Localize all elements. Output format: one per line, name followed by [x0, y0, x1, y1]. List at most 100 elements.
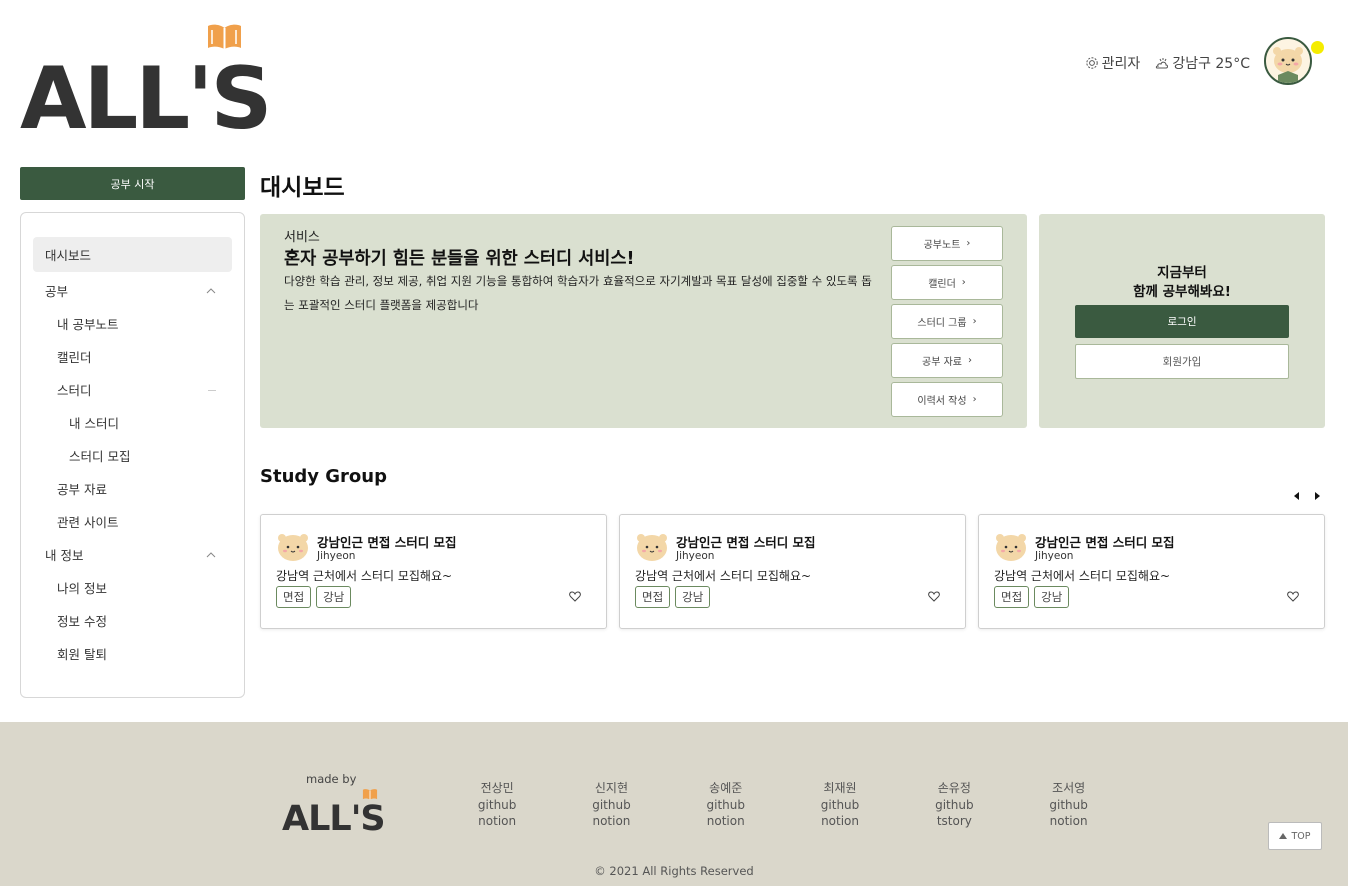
carousel-next-icon[interactable]: [1312, 491, 1322, 501]
triangle-up-icon: [1279, 833, 1288, 839]
start-study-button[interactable]: 공부 시작: [20, 167, 245, 200]
card-description: 강남역 근처에서 스터디 모집해요~: [276, 569, 453, 583]
tag[interactable]: 면접: [276, 586, 312, 608]
tag[interactable]: 면접: [994, 586, 1030, 608]
member-link[interactable]: github: [440, 797, 554, 814]
chevron-right-icon: ›: [972, 394, 977, 405]
carousel-prev-icon[interactable]: [1292, 491, 1302, 501]
user-avatar[interactable]: [1264, 37, 1312, 85]
logo-text: ALL'S: [20, 49, 272, 149]
heart-icon[interactable]: [1287, 591, 1299, 602]
login-title: 지금부터 함께 공부해봐요!: [1039, 264, 1325, 302]
member-link[interactable]: notion: [554, 813, 668, 830]
sidebar-item-label: 스터디: [57, 383, 92, 398]
card-author: Jihyeon: [1035, 550, 1074, 562]
sidebar-item-label: 내 정보: [45, 548, 84, 563]
calendar-button[interactable]: 캘린더 ›: [891, 265, 1003, 300]
admin-link[interactable]: 관리자: [1085, 53, 1140, 73]
team-members: 전상민 github notion 신지현 github notion 송예준 …: [440, 780, 1126, 830]
sidebar-item-profile[interactable]: 나의 정보: [33, 571, 232, 604]
member-link[interactable]: github: [1011, 797, 1125, 814]
button-label: 공부노트: [923, 240, 961, 251]
sidebar-item-label: 내 공부노트: [57, 317, 119, 332]
notes-button[interactable]: 공부노트 ›: [891, 226, 1003, 261]
sidebar-item-dashboard[interactable]: 대시보드: [33, 237, 232, 272]
signup-button[interactable]: 회원가입: [1075, 344, 1289, 379]
sidebar-item-label: 내 스터디: [69, 416, 119, 431]
cloud-sun-icon: [1156, 58, 1169, 69]
weather-widget: 강남구 25°C: [1154, 53, 1250, 73]
member-name: 신지현: [594, 781, 628, 795]
materials-button[interactable]: 공부 자료 ›: [891, 343, 1003, 378]
card-tags: 면접 강남: [994, 586, 1070, 608]
study-card[interactable]: 강남인근 면접 스터디 모집 Jihyeon 강남역 근처에서 스터디 모집해요…: [978, 514, 1325, 629]
author-avatar-icon: [278, 534, 308, 561]
sidebar-item-label: 회원 탈퇴: [57, 647, 107, 662]
scroll-top-button[interactable]: TOP: [1268, 822, 1322, 850]
card-tags: 면접 강남: [635, 586, 711, 608]
sidebar-item-label: 공부: [45, 284, 69, 299]
button-label: 공부 자료: [922, 357, 962, 368]
tag[interactable]: 강남: [675, 586, 711, 608]
copyright: © 2021 All Rights Reserved: [594, 864, 754, 878]
member-column: 송예준 github notion: [669, 780, 783, 830]
login-title-line2: 함께 공부해봐요!: [1133, 284, 1231, 300]
sidebar-item-withdraw[interactable]: 회원 탈퇴: [33, 637, 232, 670]
study-group-title: Study Group: [260, 466, 387, 487]
button-label: 스터디 그룹: [917, 318, 967, 329]
study-group-cards: 강남인근 면접 스터디 모집 Jihyeon 강남역 근처에서 스터디 모집해요…: [260, 514, 1325, 629]
tag[interactable]: 강남: [316, 586, 352, 608]
chevron-right-icon: ›: [961, 277, 966, 288]
member-link[interactable]: notion: [440, 813, 554, 830]
member-link[interactable]: github: [897, 797, 1011, 814]
book-icon: [362, 789, 378, 800]
tag[interactable]: 면접: [635, 586, 671, 608]
service-description: 다양한 학습 관리, 정보 제공, 취업 지원 기능을 통합하여 학습자가 효율…: [284, 274, 872, 312]
study-card[interactable]: 강남인근 면접 스터디 모집 Jihyeon 강남역 근처에서 스터디 모집해요…: [260, 514, 607, 629]
heart-icon[interactable]: [928, 591, 940, 602]
member-column: 최재원 github notion: [783, 780, 897, 830]
member-link[interactable]: github: [669, 797, 783, 814]
sidebar-item-study-recruit[interactable]: 스터디 모집: [33, 439, 232, 472]
heart-icon[interactable]: [569, 591, 581, 602]
login-button[interactable]: 로그인: [1075, 305, 1289, 338]
chevron-right-icon: ›: [967, 355, 972, 366]
member-link[interactable]: github: [554, 797, 668, 814]
study-card[interactable]: 강남인근 면접 스터디 모집 Jihyeon 강남역 근처에서 스터디 모집해요…: [619, 514, 966, 629]
member-name: 전상민: [480, 781, 514, 795]
chevron-up-icon: [206, 551, 216, 557]
member-link[interactable]: notion: [1011, 813, 1125, 830]
card-tags: 면접 강남: [276, 586, 352, 608]
weather-label: 강남구 25°C: [1172, 56, 1250, 72]
sidebar-item-calendar[interactable]: 캘린더: [33, 340, 232, 373]
chevron-right-icon: ›: [972, 316, 977, 327]
member-name: 조서영: [1052, 781, 1086, 795]
sidebar-item-study[interactable]: 공부: [33, 274, 232, 307]
member-link[interactable]: notion: [783, 813, 897, 830]
sidebar-item-related-sites[interactable]: 관련 사이트: [33, 505, 232, 538]
page-title: 대시보드: [260, 175, 345, 201]
member-link[interactable]: tstory: [897, 813, 1011, 830]
sidebar-item-edit-info[interactable]: 정보 수정: [33, 604, 232, 637]
footer-logo[interactable]: ALL'S: [282, 788, 386, 838]
sidebar-item-my-info[interactable]: 내 정보: [33, 538, 232, 571]
member-column: 신지현 github notion: [554, 780, 668, 830]
sidebar-item-my-notes[interactable]: 내 공부노트: [33, 307, 232, 340]
sidebar-nav: 대시보드 공부 내 공부노트 캘린더 스터디 내 스터디 스터디 모집 공부 자…: [20, 212, 245, 698]
study-group-button[interactable]: 스터디 그룹 ›: [891, 304, 1003, 339]
service-card: 서비스 혼자 공부하기 힘든 분들을 위한 스터디 서비스! 다양한 학습 관리…: [260, 214, 1027, 428]
tag[interactable]: 강남: [1034, 586, 1070, 608]
service-label: 서비스: [284, 230, 320, 245]
member-link[interactable]: notion: [669, 813, 783, 830]
button-label: 캘린더: [928, 279, 956, 290]
sidebar-item-my-study[interactable]: 내 스터디: [33, 406, 232, 439]
sidebar-item-label: 스터디 모집: [69, 449, 131, 464]
resume-button[interactable]: 이력서 작성 ›: [891, 382, 1003, 417]
app-logo[interactable]: ALL'S: [20, 22, 272, 142]
member-link[interactable]: github: [783, 797, 897, 814]
sidebar-item-materials[interactable]: 공부 자료: [33, 472, 232, 505]
card-description: 강남역 근처에서 스터디 모집해요~: [994, 569, 1171, 583]
book-icon: [208, 24, 241, 49]
sidebar-item-study-group[interactable]: 스터디: [33, 373, 232, 406]
top-utility-bar: 관리자 강남구 25°C: [1085, 53, 1250, 73]
